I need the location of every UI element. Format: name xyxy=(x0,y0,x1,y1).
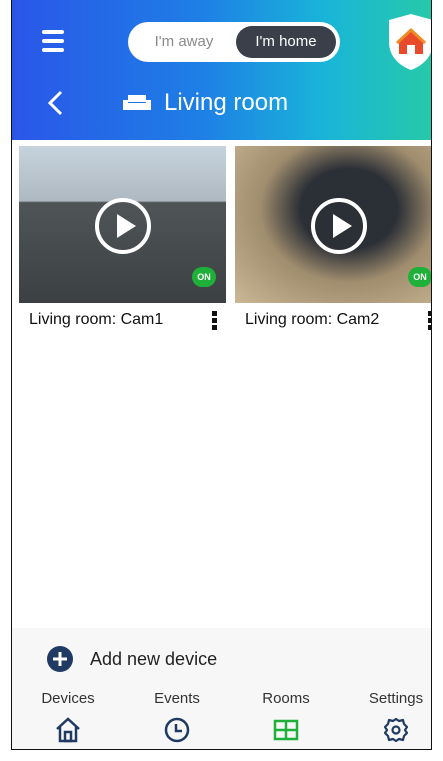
nav-label: Events xyxy=(154,690,200,707)
camera-name: Living room: Cam1 xyxy=(29,311,164,328)
clock-icon xyxy=(164,717,190,743)
page-title-group: Living room xyxy=(122,86,288,120)
status-badge: ON xyxy=(192,267,216,287)
menu-icon[interactable] xyxy=(42,30,64,52)
grid-icon xyxy=(273,719,299,741)
nav-item-settings[interactable]: Settings xyxy=(346,690,431,744)
camera-thumbnail[interactable]: ON xyxy=(235,146,431,303)
camera-card: ON Living room: Cam1 xyxy=(19,146,226,335)
nav-label: Rooms xyxy=(262,690,310,707)
nav-item-events[interactable]: Events xyxy=(127,690,227,744)
app-header: I'm away I'm home Living room xyxy=(12,0,431,140)
camera-name: Living room: Cam2 xyxy=(245,311,380,328)
more-options-icon[interactable] xyxy=(212,311,218,331)
add-device-label: Add new device xyxy=(90,648,218,669)
nav-item-devices[interactable]: Devices xyxy=(18,690,118,744)
mode-toggle: I'm away I'm home xyxy=(128,22,340,62)
add-device-button[interactable]: Add new device xyxy=(46,644,217,674)
sofa-icon xyxy=(123,95,151,110)
play-icon[interactable] xyxy=(94,197,152,255)
home-mode-button[interactable]: I'm home xyxy=(236,26,336,58)
bottom-nav: Devices Events Rooms Settings xyxy=(12,690,431,748)
app-frame: I'm away I'm home Living room ON Living … xyxy=(11,0,432,750)
bottom-panel: Add new device Devices Events Rooms Sett… xyxy=(12,628,431,749)
nav-label: Devices xyxy=(41,690,95,707)
status-badge: ON xyxy=(408,267,431,287)
more-options-icon[interactable] xyxy=(428,311,431,331)
camera-thumbnail[interactable]: ON xyxy=(19,146,226,303)
play-icon[interactable] xyxy=(310,197,368,255)
home-shield-icon[interactable] xyxy=(386,12,432,72)
back-icon[interactable] xyxy=(46,90,66,116)
page-title: Living room xyxy=(164,89,289,116)
house-icon xyxy=(56,717,80,743)
camera-card: ON Living room: Cam2 xyxy=(235,146,431,335)
plus-circle-icon xyxy=(47,646,73,672)
nav-label: Settings xyxy=(368,690,424,707)
nav-item-rooms[interactable]: Rooms xyxy=(236,690,336,744)
away-mode-button[interactable]: I'm away xyxy=(136,22,232,62)
gear-icon xyxy=(383,717,409,743)
